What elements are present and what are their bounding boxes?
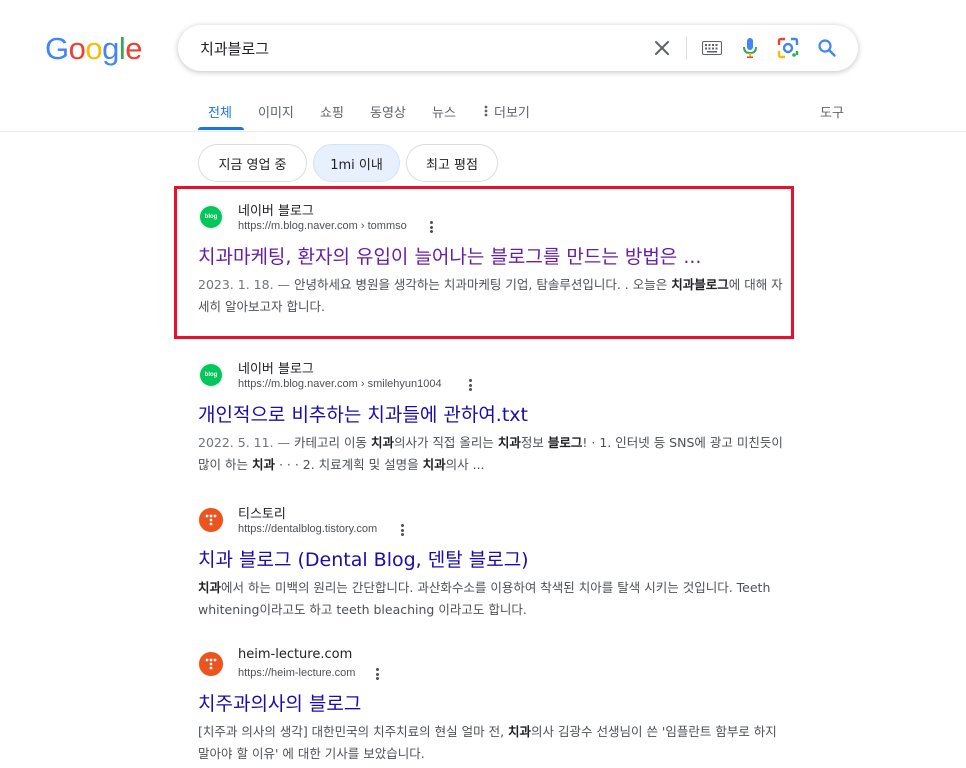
search-result: heim-lecture.com https://heim-lecture.co… <box>198 647 788 762</box>
result-snippet: 2022. 5. 11. — 카테고리 이동 치과의사가 직접 올리는 치과정보… <box>198 432 783 476</box>
snippet-date: 2022. 5. 11. — <box>198 435 294 450</box>
tools-button[interactable]: 도구 <box>820 102 844 121</box>
tab-videos[interactable]: 동영상 <box>370 102 406 121</box>
search-input[interactable] <box>200 35 620 61</box>
snippet-text: 의사가 직접 올리는 <box>393 435 498 450</box>
result-title-link[interactable]: 개인적으로 비추하는 치과들에 관하여.txt <box>198 400 528 427</box>
tab-shopping[interactable]: 쇼핑 <box>320 102 344 121</box>
more-options-icon[interactable] <box>371 667 383 681</box>
logo-letter: G <box>45 31 69 66</box>
tab-more[interactable]: 더보기 <box>484 102 530 121</box>
result-site-name[interactable]: 네이버 블로그 <box>238 358 314 377</box>
keyboard-icon[interactable] <box>700 36 724 60</box>
close-icon[interactable] <box>650 36 674 60</box>
tab-images[interactable]: 이미지 <box>258 102 294 121</box>
chip-open-now[interactable]: 지금 영업 중 <box>198 144 307 182</box>
google-logo[interactable]: Google <box>45 31 143 67</box>
search-result: blog 네이버 블로그 https://m.blog.naver.com › … <box>198 358 788 478</box>
search-divider <box>686 37 687 59</box>
snippet-text: 정보 <box>520 435 548 450</box>
snippet-keyword: 치과 <box>508 724 532 739</box>
result-snippet: [치주과 의사의 생각] 대한민국의 치주치료의 현실 얼마 전, 치과의사 김… <box>198 721 783 765</box>
search-result: 티스토리 https://dentalblog.tistory.com 치과 블… <box>198 503 788 618</box>
snippet-keyword: 블로그 <box>547 435 583 450</box>
logo-letter: e <box>125 31 143 66</box>
snippet-text: 의사 ... <box>445 457 485 472</box>
more-options-icon[interactable] <box>464 378 476 392</box>
tistory-favicon-icon <box>198 507 224 533</box>
lens-icon[interactable] <box>776 36 800 60</box>
logo-letter: o <box>68 31 86 66</box>
result-title-link[interactable]: 치주과의사의 블로그 <box>198 689 361 716</box>
snippet-keyword: 치과 <box>251 457 275 472</box>
naver-blog-favicon-icon: blog <box>198 362 224 388</box>
more-vert-icon <box>484 105 490 121</box>
snippet-keyword: 치과 <box>198 580 222 595</box>
snippet-keyword: 치과 <box>370 435 394 450</box>
result-title-link[interactable]: 치과 블로그 (Dental Blog, 덴탈 블로그) <box>198 545 529 572</box>
result-url[interactable]: https://dentalblog.tistory.com <box>238 523 377 535</box>
snippet-text: · · · 2. 치료계획 및 설명을 <box>274 457 423 472</box>
logo-letter: o <box>85 31 103 66</box>
result-snippet: 치과에서 하는 미백의 원리는 간단합니다. 과산화수소를 이용하여 착색된 치… <box>198 577 783 621</box>
favicon-text: blog <box>200 364 222 386</box>
snippet-text: 카테고리 이동 <box>293 435 371 450</box>
more-options-icon[interactable] <box>396 523 408 537</box>
tab-more-label: 더보기 <box>494 106 530 121</box>
tab-news[interactable]: 뉴스 <box>432 102 456 121</box>
result-site-name[interactable]: heim-lecture.com <box>238 647 352 662</box>
search-bar <box>178 25 858 71</box>
result-url[interactable]: https://heim-lecture.com <box>238 667 355 679</box>
mic-icon[interactable] <box>738 36 762 60</box>
result-site-name[interactable]: 티스토리 <box>238 503 286 522</box>
snippet-keyword: 치과 <box>497 435 521 450</box>
snippet-text: 에서 하는 미백의 원리는 간단합니다. 과산화수소를 이용하여 착색된 치아를… <box>198 580 771 617</box>
header-divider <box>0 131 966 132</box>
highlight-annotation <box>174 186 794 339</box>
logo-letter: g <box>102 31 119 66</box>
snippet-text: [치주과 의사의 생각] 대한민국의 치주치료의 현실 얼마 전, <box>198 724 509 739</box>
snippet-keyword: 치과 <box>422 457 446 472</box>
site-favicon-icon <box>198 651 224 677</box>
chip-top-rated[interactable]: 최고 평점 <box>406 144 498 182</box>
search-icon[interactable] <box>815 36 839 60</box>
tab-all[interactable]: 전체 <box>208 102 232 121</box>
active-tab-indicator <box>198 127 244 130</box>
chip-within-1mi[interactable]: 1mi 이내 <box>313 144 400 182</box>
result-url[interactable]: https://m.blog.naver.com › smilehyun1004 <box>238 378 442 390</box>
